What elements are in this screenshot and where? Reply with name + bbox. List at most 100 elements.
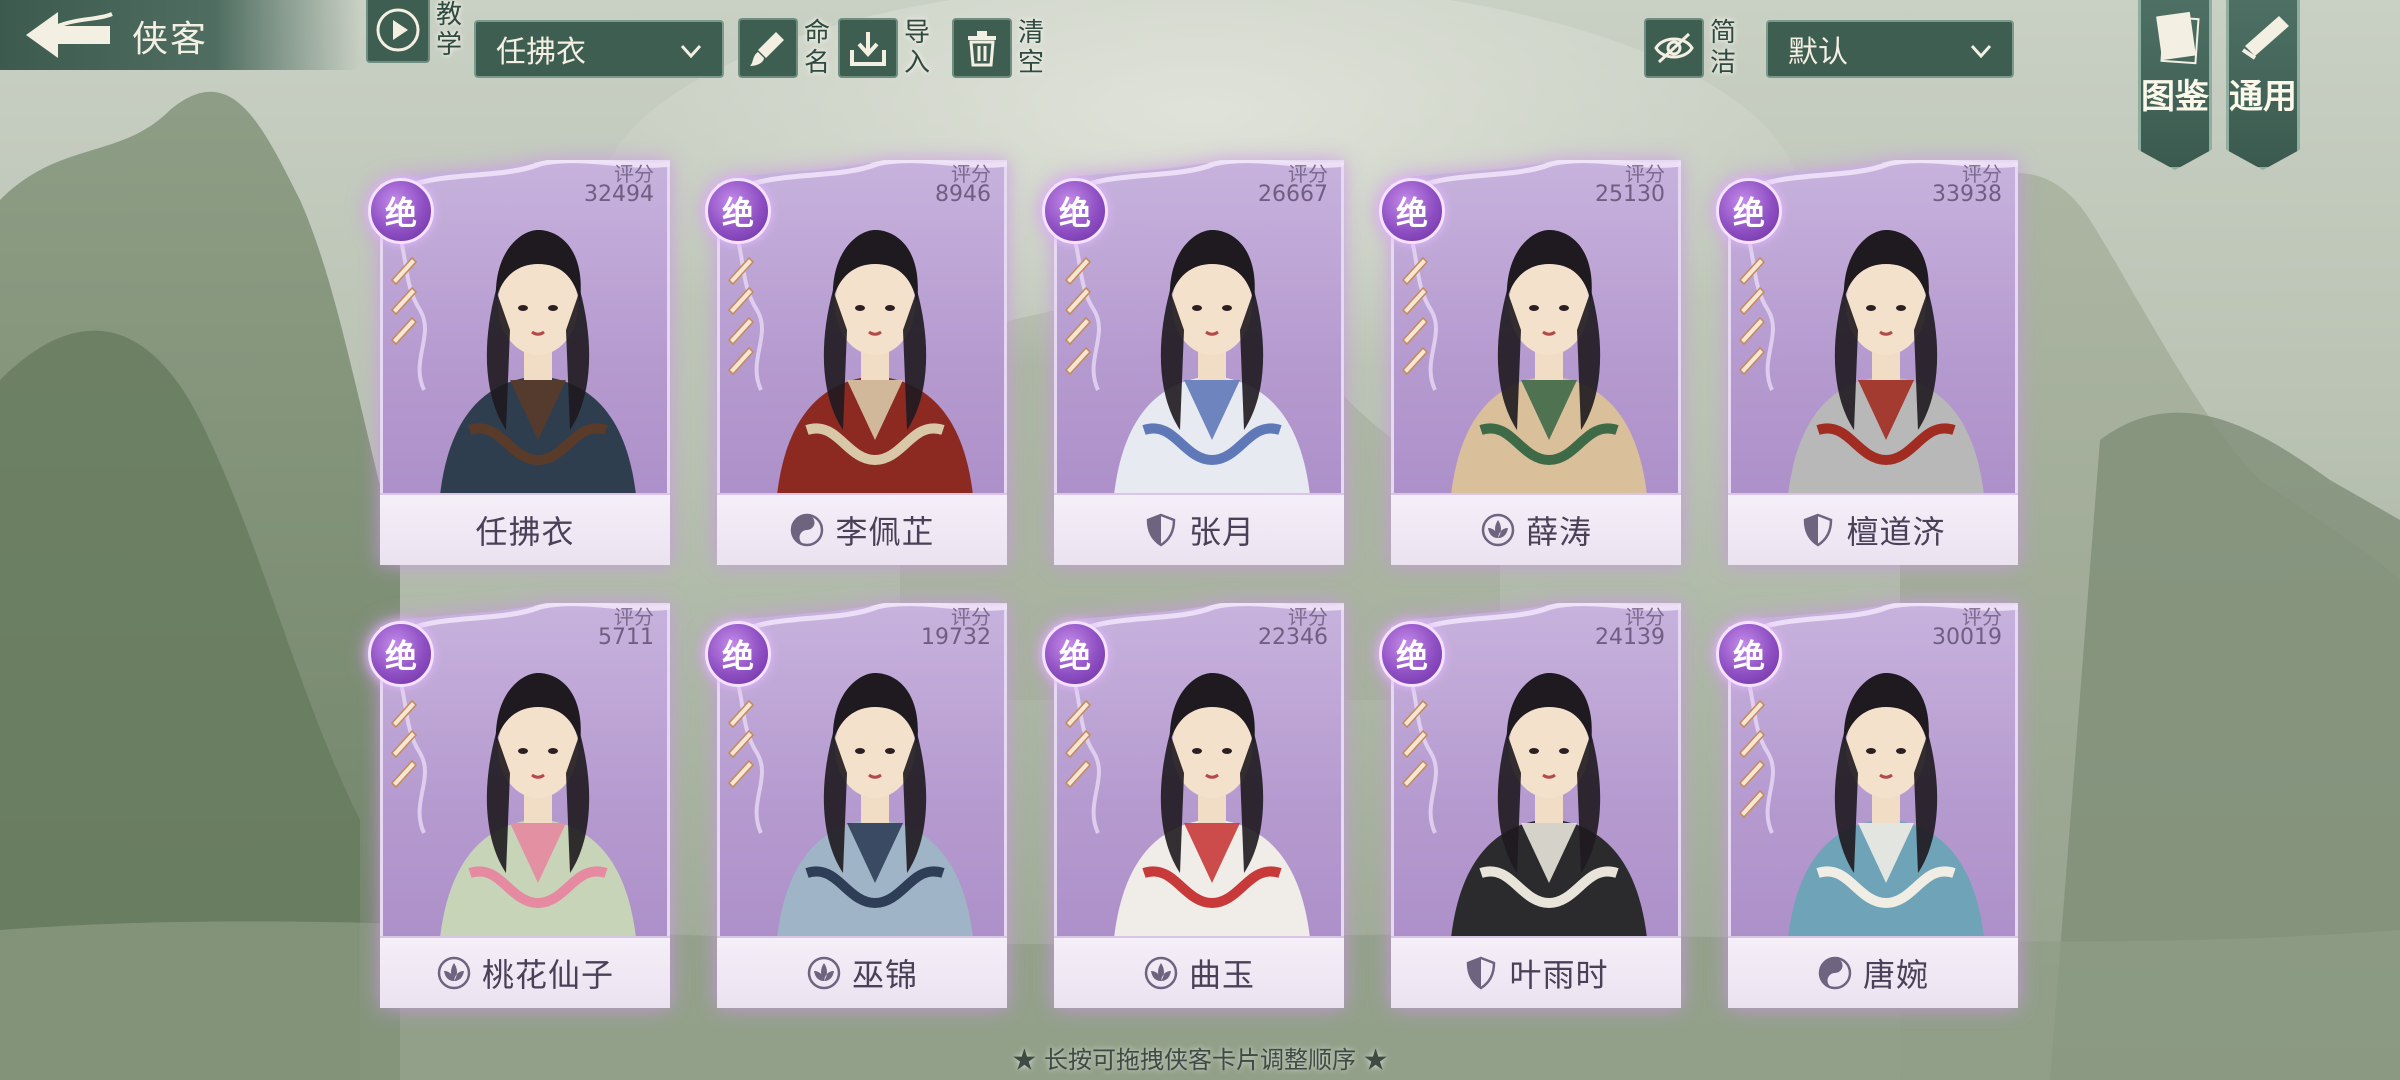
name-plate: 曲玉 <box>1054 936 1344 1008</box>
score-label: 评分 <box>951 162 991 186</box>
rank-badge: 绝 <box>1379 621 1445 687</box>
character-portrait <box>777 673 973 938</box>
play-icon <box>376 8 420 52</box>
character-name: 李佩芷 <box>835 513 935 551</box>
score-value: 32494 <box>584 182 654 207</box>
name-plate: 唐婉 <box>1728 936 2018 1008</box>
star-rating <box>390 256 418 346</box>
rank-badge: 绝 <box>705 178 771 244</box>
rename-button[interactable]: 命名 <box>738 18 832 78</box>
back-arrow-icon <box>26 12 113 58</box>
name-plate: 檀道济 <box>1728 493 2018 565</box>
character-portrait <box>1788 230 1984 495</box>
name-plate: 任拂衣 <box>380 493 670 565</box>
character-select[interactable]: 任拂衣 <box>474 20 724 78</box>
character-card[interactable]: 绝 评分 30019 唐婉 <box>1716 603 2018 1008</box>
character-name: 任拂衣 <box>475 513 575 551</box>
character-select-value: 任拂衣 <box>496 35 586 70</box>
rank-badge: 绝 <box>1379 178 1445 244</box>
character-card[interactable]: 绝 评分 26667 张月 <box>1042 160 1344 565</box>
score-value: 26667 <box>1258 182 1328 207</box>
character-portrait <box>440 230 636 495</box>
rank-badge: 绝 <box>368 621 434 687</box>
character-card-grid: 绝评分 32494 任拂衣绝评分 8946 李佩芷绝评分 26667 张月绝评分 25130 薛… <box>368 160 2020 1010</box>
brush-icon <box>750 32 784 66</box>
shield-icon <box>1146 513 1176 547</box>
score-value: 25130 <box>1595 182 1665 207</box>
back-button[interactable]: 侠客 <box>0 0 360 70</box>
score-label: 评分 <box>1962 605 2002 629</box>
import-button[interactable]: 导入 <box>838 18 932 78</box>
character-portrait <box>777 230 973 495</box>
rank-badge: 绝 <box>1716 621 1782 687</box>
character-card[interactable]: 绝 评分 24139 叶雨时 <box>1379 603 1681 1008</box>
name-plate: 李佩芷 <box>717 493 1007 565</box>
lotus-icon <box>437 956 471 990</box>
score-label: 评分 <box>1288 162 1328 186</box>
score-label: 评分 <box>1288 605 1328 629</box>
star-rating <box>390 699 418 789</box>
character-portrait <box>1788 673 1984 938</box>
sort-select[interactable]: 默认 <box>1766 20 2014 78</box>
character-card[interactable]: 绝 评分 8946 李佩芷 <box>705 160 1007 565</box>
star-rating <box>1401 699 1429 789</box>
simple-mode-button[interactable]: 简洁 <box>1644 18 1738 78</box>
star-rating <box>1738 699 1766 819</box>
rename-label: 命名 <box>804 18 831 78</box>
character-card[interactable]: 绝 评分 25130 薛涛 <box>1379 160 1681 565</box>
rank-badge: 绝 <box>1042 178 1108 244</box>
character-card[interactable]: 绝 评分 5711 桃花仙子 <box>368 603 670 1008</box>
character-name: 檀道济 <box>1846 513 1946 551</box>
character-card[interactable]: 绝 评分 22346 曲玉 <box>1042 603 1344 1008</box>
clear-label: 清空 <box>1018 18 1045 78</box>
tab-general[interactable]: 通用 <box>2226 0 2300 170</box>
name-plate: 桃花仙子 <box>380 936 670 1008</box>
shield-icon <box>1467 956 1496 990</box>
character-card[interactable]: 绝 评分 33938 檀道济 <box>1716 160 2018 565</box>
rank-badge: 绝 <box>368 178 434 244</box>
score-value: 5711 <box>598 625 654 650</box>
character-card[interactable]: 绝 评分 19732 巫锦 <box>705 603 1007 1008</box>
score-value: 24139 <box>1595 625 1665 650</box>
tutorial-button[interactable]: 教学 <box>366 0 464 63</box>
star-rating <box>1064 699 1092 789</box>
tutorial-label: 教学 <box>436 0 463 60</box>
clear-button[interactable]: 清空 <box>952 18 1046 78</box>
score-label: 评分 <box>1962 162 2002 186</box>
score-label: 评分 <box>614 605 654 629</box>
chevron-down-icon <box>680 44 702 59</box>
character-portrait <box>1451 673 1647 938</box>
character-portrait <box>440 673 636 938</box>
character-name: 唐婉 <box>1862 956 1929 994</box>
import-icon <box>850 32 886 66</box>
character-name: 桃花仙子 <box>481 956 614 994</box>
score-label: 评分 <box>614 162 654 186</box>
character-name: 曲玉 <box>1188 956 1255 994</box>
score-value: 19732 <box>921 625 991 650</box>
top-bar: 侠客 教学 任拂衣 命名 导入 清空 简洁 默认 <box>0 0 2400 90</box>
character-portrait <box>1114 673 1310 938</box>
name-plate: 巫锦 <box>717 936 1007 1008</box>
trash-icon <box>968 31 996 67</box>
lotus-icon <box>807 956 841 990</box>
star-rating <box>727 699 755 789</box>
rank-badge: 绝 <box>1716 178 1782 244</box>
character-portrait <box>1114 230 1310 495</box>
character-card[interactable]: 绝 评分 32494 任拂衣 <box>368 160 670 565</box>
simple-mode-label: 简洁 <box>1710 18 1737 78</box>
name-plate: 张月 <box>1054 493 1344 565</box>
score-value: 22346 <box>1258 625 1328 650</box>
drag-hint: ★ 长按可拖拽侠客卡片调整顺序 ★ <box>1012 1046 1388 1074</box>
score-label: 评分 <box>951 605 991 629</box>
sort-select-value: 默认 <box>1788 35 1848 70</box>
character-name: 薛涛 <box>1525 513 1592 551</box>
tab-collection[interactable]: 图鉴 <box>2138 0 2212 170</box>
character-portrait <box>1451 230 1647 495</box>
score-label: 评分 <box>1625 605 1665 629</box>
star-rating <box>1401 256 1429 376</box>
rank-badge: 绝 <box>705 621 771 687</box>
star-rating <box>727 256 755 376</box>
lotus-icon <box>1144 956 1178 990</box>
yinyang-icon <box>1818 956 1852 990</box>
tab-collection-label: 图鉴 <box>2141 77 2209 117</box>
